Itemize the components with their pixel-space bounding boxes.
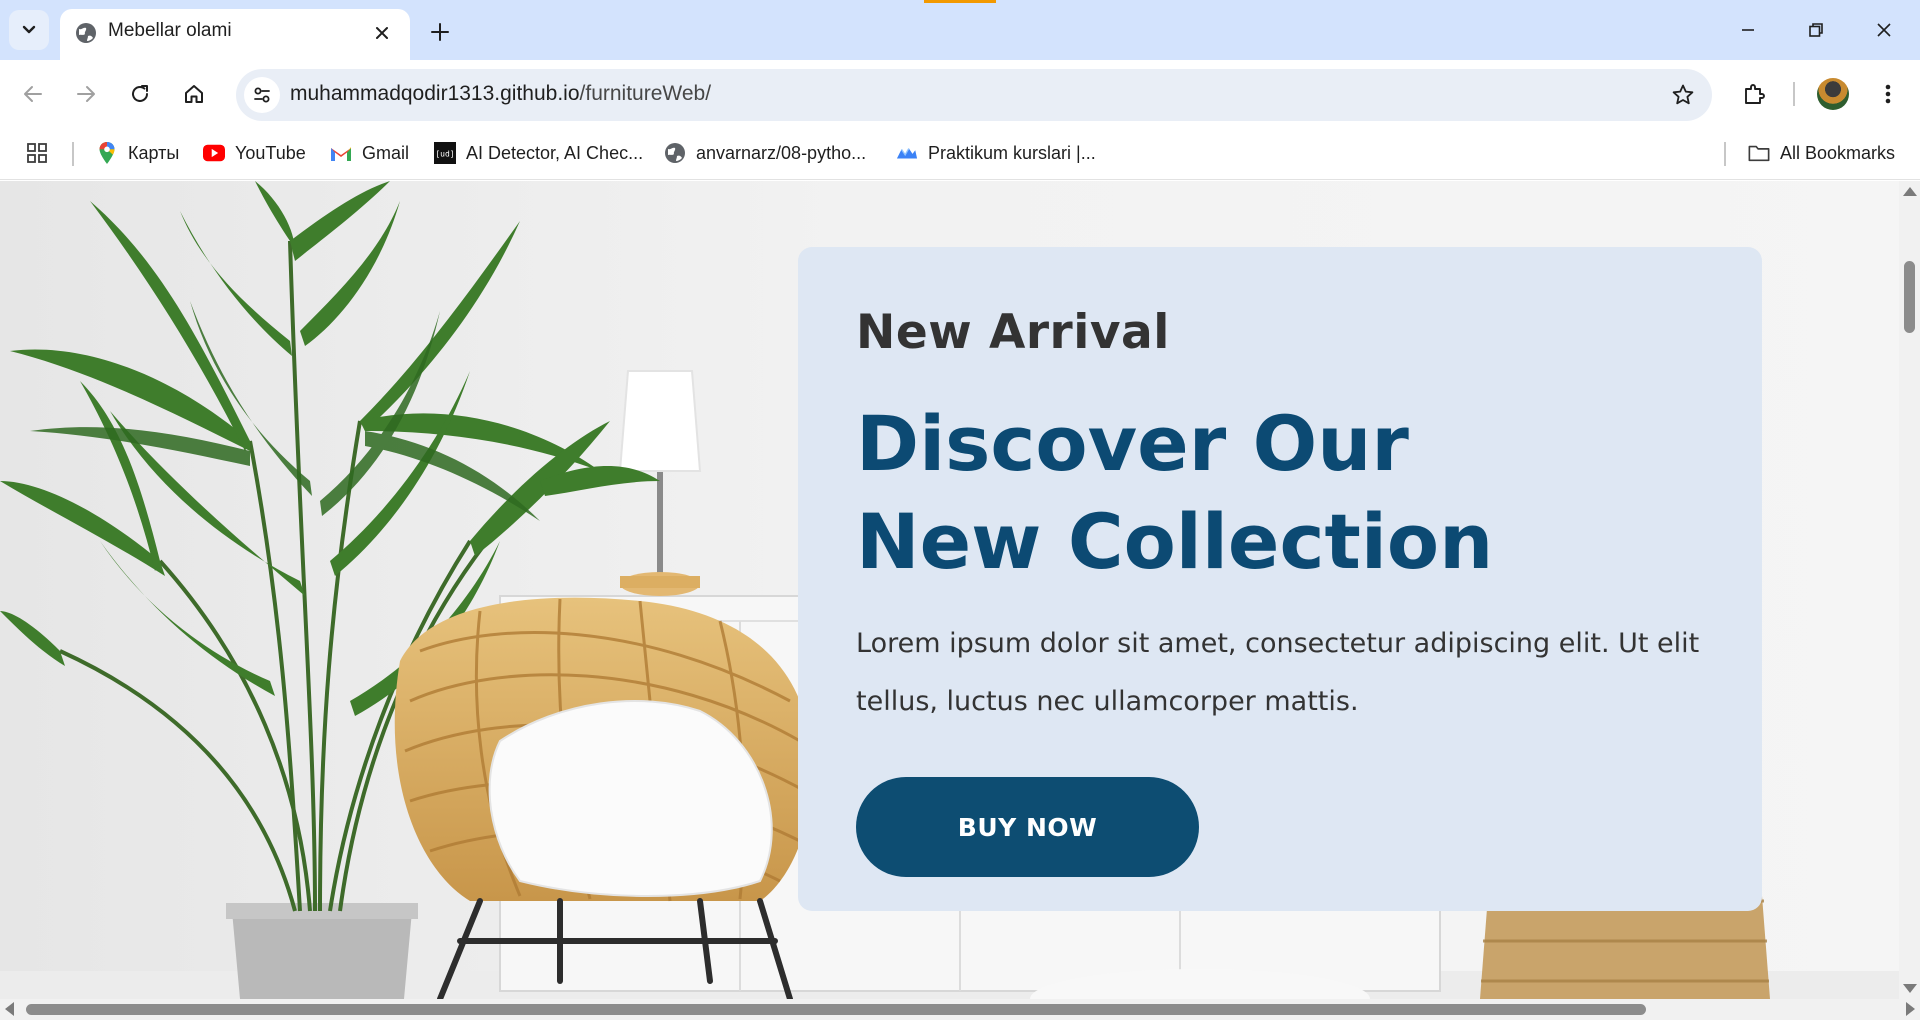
new-tab-button[interactable] (422, 14, 458, 50)
star-icon[interactable] (1668, 80, 1698, 110)
bookmarks-separator (1724, 142, 1726, 166)
tune-icon (252, 85, 272, 105)
bookmark-label: Praktikum kurslari |... (928, 142, 1096, 163)
url-path: /furnitureWeb/ (579, 82, 712, 105)
bookmark-github-repo[interactable]: anvarnarz/08-pytho... (664, 138, 866, 168)
all-bookmarks-button[interactable]: All Bookmarks (1748, 138, 1895, 168)
bookmark-youtube[interactable]: YouTube (203, 138, 306, 168)
browser-tab[interactable]: Mebellar olami (60, 9, 410, 60)
plus-icon (430, 22, 450, 42)
bookmark-label: AI Detector, AI Chec... (466, 142, 644, 163)
home-icon (183, 83, 205, 105)
bookmark-label: YouTube (235, 142, 306, 163)
apps-button[interactable] (26, 138, 48, 168)
ud-icon: [ud] (434, 142, 456, 164)
extensions-icon (1742, 82, 1766, 106)
more-vert-icon (1884, 82, 1892, 106)
close-icon (1876, 22, 1892, 38)
all-bookmarks-label: All Bookmarks (1780, 142, 1896, 163)
bookmark-praktikum[interactable]: Praktikum kurslari |... (896, 138, 1096, 168)
scroll-left-icon[interactable] (5, 1002, 14, 1016)
bookmark-label: anvarnarz/08-pytho... (696, 142, 867, 163)
scroll-up-icon[interactable] (1903, 187, 1917, 196)
scroll-down-icon[interactable] (1903, 984, 1917, 993)
arrow-left-icon (22, 83, 44, 105)
close-window-button[interactable] (1856, 10, 1912, 50)
youtube-icon (203, 142, 225, 164)
arrow-right-icon (75, 83, 97, 105)
scroll-right-icon[interactable] (1906, 1002, 1915, 1016)
site-info-button[interactable] (244, 77, 280, 113)
bookmark-maps[interactable]: Карты (96, 138, 179, 168)
bookmark-label: Gmail (362, 142, 410, 163)
reload-icon (129, 83, 151, 105)
praktikum-icon (896, 142, 918, 164)
menu-button[interactable] (1868, 74, 1908, 114)
vertical-scroll-thumb[interactable] (1904, 261, 1915, 333)
apps-grid-icon (26, 142, 48, 164)
avatar[interactable] (1817, 78, 1849, 110)
toolbar-separator (1793, 82, 1795, 106)
hero-headline-line2: New Collection (856, 497, 1494, 586)
page-viewport: New Arrival Discover Our New Collection … (0, 181, 1899, 999)
hero-card: New Arrival Discover Our New Collection … (798, 247, 1762, 911)
bookmark-gmail[interactable]: Gmail (330, 138, 409, 168)
chevron-down-icon (20, 21, 38, 39)
globe-icon (664, 142, 686, 164)
horizontal-scrollbar[interactable] (0, 999, 1920, 1020)
hero-headline: Discover Our New Collection (856, 395, 1716, 591)
bookmarks-bar: Карты YouTube Gmail [ud] AI Detector, AI… (0, 128, 1920, 180)
bookmarks-separator (72, 142, 74, 166)
restore-icon (1808, 22, 1824, 38)
maps-pin-icon (96, 142, 118, 164)
svg-text:[ud]: [ud] (435, 150, 454, 159)
buy-now-button[interactable]: BUY NOW (856, 777, 1199, 877)
minimize-icon (1740, 22, 1756, 38)
back-button[interactable] (13, 74, 53, 114)
horizontal-scroll-thumb[interactable] (26, 1004, 1646, 1015)
address-bar[interactable]: muhammadqodir1313.github.io/furnitureWeb… (236, 69, 1712, 121)
hero-headline-line1: Discover Our (856, 399, 1409, 488)
vertical-scrollbar[interactable] (1899, 181, 1920, 999)
browser-toolbar: muhammadqodir1313.github.io/furnitureWeb… (0, 60, 1920, 128)
url-text: muhammadqodir1313.github.io/furnitureWeb… (290, 82, 711, 106)
bookmark-label: Карты (128, 142, 180, 163)
url-domain: muhammadqodir1313.github.io (290, 82, 580, 105)
restore-button[interactable] (1788, 10, 1844, 50)
hero-eyebrow: New Arrival (856, 305, 1170, 360)
forward-button[interactable] (66, 74, 106, 114)
tab-strip: Mebellar olami (0, 0, 1920, 60)
bookmark-ai-detector[interactable]: [ud] AI Detector, AI Chec... (434, 138, 643, 168)
reload-button[interactable] (120, 74, 160, 114)
gmail-icon (330, 142, 352, 164)
tab-search-button[interactable] (9, 10, 49, 50)
tab-title: Mebellar olami (108, 20, 232, 41)
extensions-button[interactable] (1734, 74, 1774, 114)
folder-icon (1748, 142, 1770, 164)
close-icon[interactable] (368, 19, 396, 47)
minimize-button[interactable] (1720, 10, 1776, 50)
hero-description: Lorem ipsum dolor sit amet, consectetur … (856, 628, 1700, 717)
loading-indicator (924, 0, 996, 3)
globe-icon (74, 21, 98, 45)
home-button[interactable] (174, 74, 214, 114)
